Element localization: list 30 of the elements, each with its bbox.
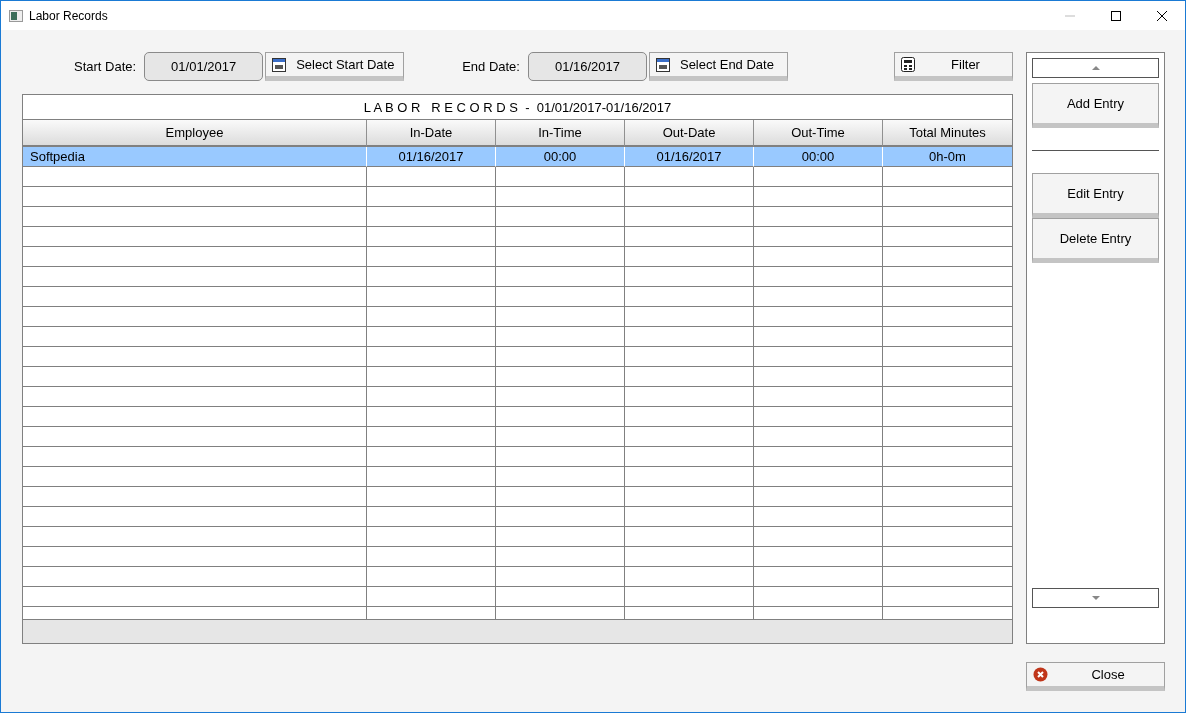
end-date-field[interactable]: 01/16/2017 xyxy=(527,52,647,81)
close-icon xyxy=(1157,10,1167,21)
end-date-label: End Date: xyxy=(462,59,520,74)
calendar-icon xyxy=(655,57,670,72)
up-arrow-icon xyxy=(1091,66,1100,70)
close-button[interactable]: Close xyxy=(1026,662,1165,691)
close-icon xyxy=(1033,667,1048,682)
window-title: Labor Records xyxy=(29,8,109,23)
column-header[interactable]: Out-Date xyxy=(625,120,754,147)
delete-entry-button[interactable]: Delete Entry xyxy=(1032,218,1159,263)
scroll-up-button[interactable] xyxy=(1032,58,1159,78)
maximize-icon xyxy=(1111,10,1121,21)
start-date-label: Start Date: xyxy=(74,59,137,74)
column-header[interactable]: In-Date xyxy=(367,120,496,147)
column-header[interactable]: Total Minutes xyxy=(883,120,1012,147)
start-date-field[interactable]: 01/01/2017 xyxy=(144,52,264,81)
calculator-icon xyxy=(901,57,915,72)
column-header[interactable]: Employee xyxy=(23,120,367,147)
table-row[interactable]: Softpedia 01/16/2017 00:00 01/16/2017 00:00 0h-0m xyxy=(23,147,1012,167)
select-end-date-button[interactable]: Select End Date xyxy=(648,52,788,81)
calendar-icon xyxy=(272,57,287,72)
down-arrow-icon xyxy=(1091,596,1100,600)
select-start-date-button[interactable]: Select Start Date xyxy=(265,52,405,81)
add-entry-button[interactable]: Add Entry xyxy=(1032,83,1159,128)
column-header[interactable]: In-Time xyxy=(496,120,625,147)
scroll-down-button[interactable] xyxy=(1032,588,1159,608)
column-header[interactable]: Out-Time xyxy=(754,120,883,147)
filter-button[interactable]: Filter xyxy=(894,52,1013,81)
app-icon xyxy=(9,9,23,22)
edit-entry-button[interactable]: Edit Entry xyxy=(1032,173,1159,218)
